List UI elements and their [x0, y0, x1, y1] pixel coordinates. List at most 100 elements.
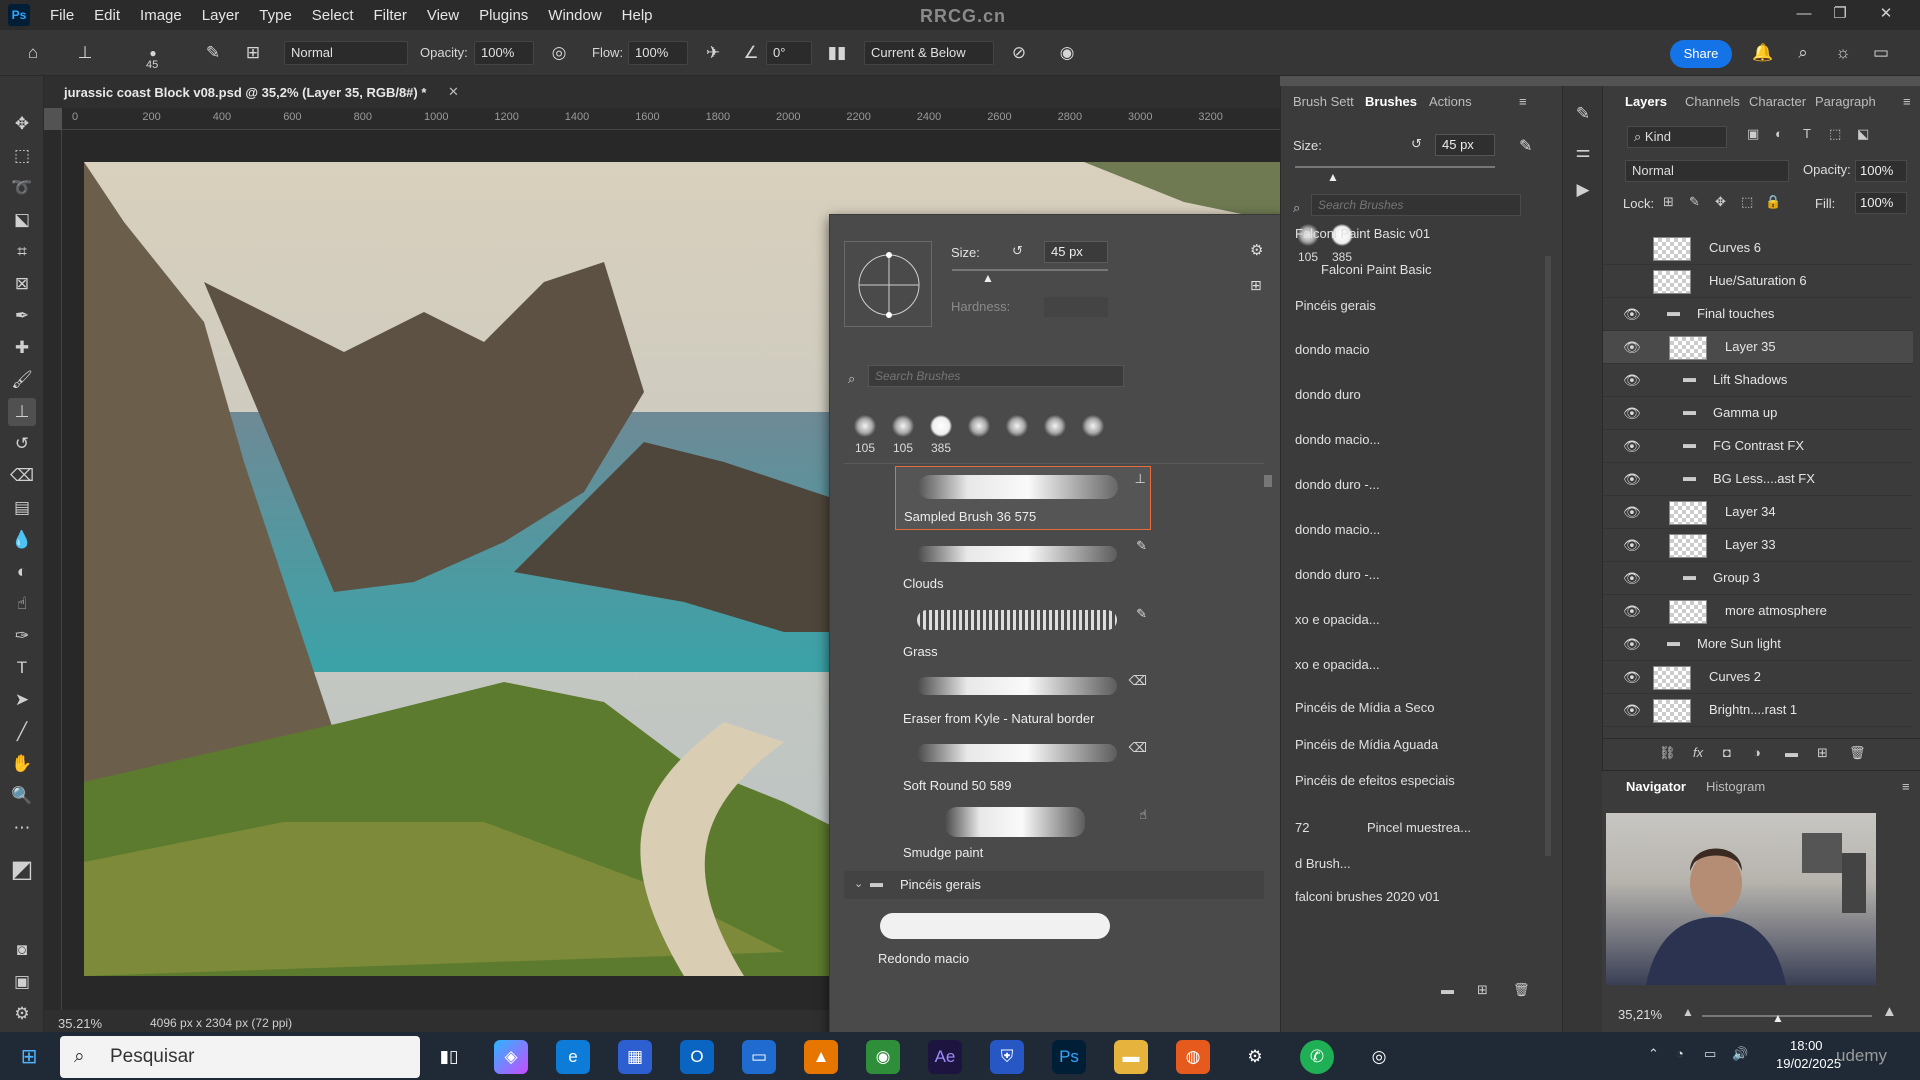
restore-icon[interactable]: ❐ [1822, 2, 1858, 26]
close-icon[interactable]: ✕ [1868, 2, 1904, 26]
lock-transparent-icon[interactable]: ⊞ [1663, 194, 1674, 210]
shield-icon[interactable]: ⛨ [990, 1040, 1024, 1074]
quick-mask-icon[interactable]: ◙ [8, 936, 36, 964]
search-brushes-input[interactable] [868, 365, 1124, 387]
zoom-level[interactable]: 35.21% [58, 1016, 102, 1031]
navigator-zoom-slider[interactable] [1702, 1015, 1872, 1017]
visibility-eye-icon[interactable]: 👁 [1623, 570, 1641, 587]
close-tab-icon[interactable]: ✕ [448, 84, 459, 100]
gradient-tool-icon[interactable]: ▤ [8, 494, 36, 522]
brush-settings-icon[interactable]: ✎ [1569, 100, 1597, 128]
brush-group-item[interactable]: Pincéis de Mídia a Seco [1295, 700, 1434, 715]
share-button[interactable]: Share [1670, 40, 1732, 68]
layer-row[interactable]: 👁 Curves 2 [1603, 661, 1913, 694]
visibility-eye-icon[interactable]: 👁 [1623, 537, 1641, 554]
visibility-eye-icon[interactable]: 👁 [1623, 339, 1641, 356]
mode-select[interactable]: Normal [284, 41, 408, 65]
brush-preset-item[interactable]: Redondo macio [870, 909, 1126, 973]
brush-group-item[interactable]: Pincéis gerais [1295, 298, 1376, 313]
tab-actions[interactable]: Actions [1429, 94, 1472, 109]
new-preset-icon[interactable]: ⊞ [1250, 277, 1262, 294]
layer-row[interactable]: 👁 Layer 33 [1603, 529, 1913, 562]
recent-brush-thumb[interactable]: 105 [848, 411, 882, 457]
store-icon[interactable]: ▦ [618, 1040, 652, 1074]
menu-view[interactable]: View [417, 7, 469, 24]
brush-group-item[interactable]: dondo macio... [1295, 522, 1380, 537]
visibility-eye-icon[interactable]: 👁 [1623, 702, 1641, 719]
chevron-up-icon[interactable]: ⌃ [1648, 1046, 1659, 1062]
app-circle-icon[interactable]: ◎ [1362, 1040, 1396, 1074]
new-adjustment-icon[interactable]: ◑ [1753, 745, 1761, 760]
layer-row[interactable]: 👁 ▬ BG Less....ast FX [1603, 463, 1913, 496]
pressure-size-icon[interactable]: ◉ [1054, 40, 1080, 66]
screen-mode-icon[interactable]: ▣ [8, 968, 36, 996]
panel-menu-icon[interactable]: ≡ [1519, 94, 1527, 109]
history-brush-tool-icon[interactable]: ↺ [8, 430, 36, 458]
blend-mode-select[interactable]: Normal [1625, 160, 1789, 182]
edit-toolbar-icon[interactable]: ⚙ [8, 1000, 36, 1028]
lock-all-icon[interactable]: 🔒 [1765, 194, 1781, 210]
toggle-brush-settings-icon[interactable]: ✎ [200, 40, 226, 66]
visibility-eye-icon[interactable]: 👁 [1623, 372, 1641, 389]
menu-window[interactable]: Window [538, 7, 611, 24]
new-brush-icon[interactable]: ⊞ [1477, 982, 1488, 998]
crop-tool-icon[interactable]: ⌗ [8, 238, 36, 266]
menu-image[interactable]: Image [130, 7, 192, 24]
brush-group-item[interactable]: Pincéis de Mídia Aguada [1295, 737, 1438, 752]
eyedropper-tool-icon[interactable]: ✒ [8, 302, 36, 330]
brush-group-item[interactable]: falconi brushes 2020 v01 [1295, 889, 1440, 904]
menu-filter[interactable]: Filter [364, 7, 417, 24]
menu-plugins[interactable]: Plugins [469, 7, 538, 24]
reset-size-icon[interactable]: ↺ [1012, 243, 1023, 259]
brush-preset-item[interactable]: Sampled Brush 36 575 ⊥ [895, 466, 1151, 530]
minimize-icon[interactable]: — [1786, 2, 1822, 26]
type-tool-icon[interactable]: T [8, 654, 36, 682]
visibility-eye-icon[interactable]: 👁 [1623, 636, 1641, 653]
healing-brush-tool-icon[interactable]: ✚ [8, 334, 36, 362]
lock-pixels-icon[interactable]: ✎ [1689, 194, 1700, 210]
zoom-out-icon[interactable]: ▲ [1682, 1005, 1694, 1019]
layer-row[interactable]: 👁 ▬ Lift Shadows [1603, 364, 1913, 397]
task-view-icon[interactable]: ▮▯ [432, 1040, 466, 1074]
clock-date[interactable]: 19/02/2025 [1776, 1056, 1841, 1071]
home-icon[interactable]: ⌂ [20, 40, 46, 66]
brush-group-item[interactable]: xo e opacida... [1295, 612, 1380, 627]
opacity-input[interactable]: 100% [474, 41, 534, 65]
tab-channels[interactable]: Channels [1685, 94, 1740, 109]
search-brushes-input[interactable] [1311, 194, 1521, 216]
clock-time[interactable]: 18:00 [1790, 1038, 1823, 1053]
filter-shape-icon[interactable]: ⬚ [1829, 126, 1841, 142]
menu-file[interactable]: File [40, 7, 84, 24]
clone-stamp-tool-icon[interactable]: ⊥ [72, 40, 98, 66]
sample-select[interactable]: Current & Below [864, 41, 994, 65]
layer-fill-input[interactable]: 100% [1855, 192, 1907, 214]
angle-input[interactable]: 0° [766, 41, 812, 65]
zoom-in-icon[interactable]: ▲ [1882, 1003, 1897, 1020]
after-effects-icon[interactable]: Ae [928, 1040, 962, 1074]
volume-icon[interactable]: 🔊 [1732, 1046, 1748, 1062]
angle-icon[interactable]: ∠ [738, 40, 764, 66]
brush-preset-item[interactable]: Smudge paint ☝ [895, 803, 1151, 867]
vlc-icon[interactable]: ▲ [804, 1040, 838, 1074]
battery-icon[interactable]: ▭ [1704, 1046, 1716, 1062]
brush-preset-item[interactable]: Grass ✎ [895, 602, 1151, 666]
workspace-icon[interactable]: ▭ [1868, 40, 1894, 66]
new-group-icon[interactable]: ▬ [1441, 982, 1454, 997]
layer-row[interactable]: 👁 Brightn....rast 1 [1603, 694, 1913, 727]
brush-group-item[interactable]: Pincel muestrea... [1367, 820, 1471, 835]
brush-group-item[interactable]: 72 [1295, 820, 1309, 835]
tab-brushes[interactable]: Brushes [1365, 94, 1417, 109]
fx-icon[interactable]: fx [1693, 745, 1703, 760]
brush-tip-preview[interactable] [844, 241, 932, 327]
file-explorer-icon[interactable]: ▬ [1114, 1040, 1148, 1074]
outlook-icon[interactable]: O [680, 1040, 714, 1074]
brush-group-header[interactable]: ⌄ ▬ Pincéis gerais [844, 871, 1264, 899]
pen-tool-icon[interactable]: ✑ [8, 622, 36, 650]
light-bulb-icon[interactable]: ☼ [1830, 40, 1856, 66]
chevron-down-icon[interactable]: ⌄ [854, 877, 863, 890]
trash-icon[interactable]: 🗑 [1849, 745, 1866, 761]
filter-kind-select[interactable]: ⌕ Kind [1627, 126, 1727, 148]
navigator-slider-handle[interactable]: ▲ [1772, 1011, 1784, 1025]
blur-tool-icon[interactable]: 💧 [8, 526, 36, 554]
object-selection-tool-icon[interactable]: ⬕ [8, 206, 36, 234]
